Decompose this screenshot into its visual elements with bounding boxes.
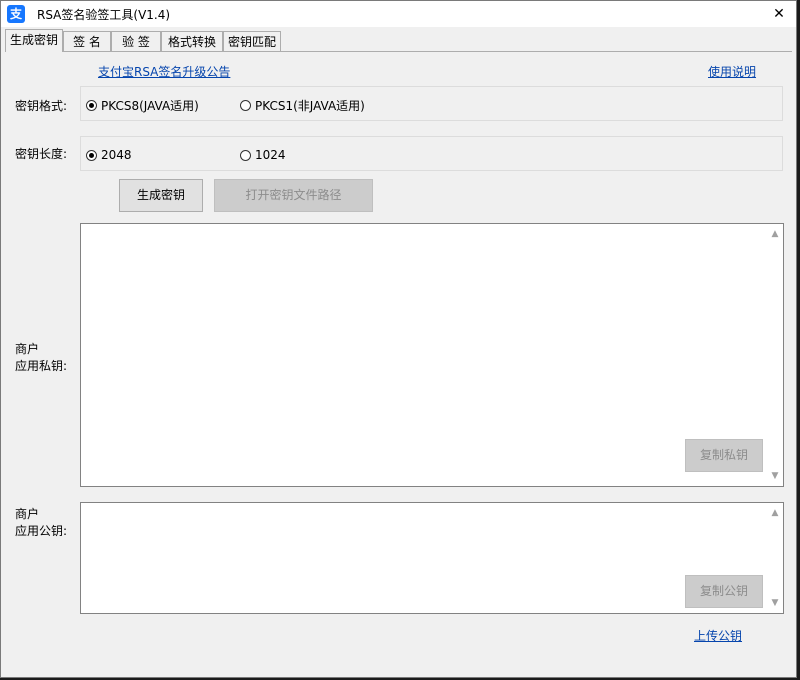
radio-1024-indicator — [240, 149, 251, 161]
key-format-group: PKCS8(JAVA适用) PKCS1(非JAVA适用) — [80, 86, 783, 121]
radio-pkcs8[interactable]: PKCS8(JAVA适用) — [86, 97, 199, 114]
tab-key-match[interactable]: 密钥匹配 — [223, 31, 281, 51]
alipay-app-icon: 支 — [7, 5, 25, 23]
announcement-link[interactable]: 支付宝RSA签名升级公告 — [98, 63, 230, 80]
radio-2048[interactable]: 2048 — [86, 148, 132, 162]
copy-private-key-button[interactable]: 复制私钥 — [685, 439, 763, 472]
radio-1024[interactable]: 1024 — [240, 148, 286, 162]
radio-pkcs8-indicator — [86, 100, 97, 111]
close-button[interactable]: ✕ — [762, 1, 796, 27]
upload-public-key-link[interactable]: 上传公钥 — [694, 627, 742, 644]
private-key-label-line2: 应用私钥: — [15, 359, 68, 373]
public-key-label: 商户 应用公钥: — [15, 506, 67, 540]
radio-pkcs1-indicator — [240, 100, 251, 111]
tab-generate-key[interactable]: 生成密钥 — [5, 29, 63, 52]
radio-pkcs1-label: PKCS1(非JAVA适用) — [255, 99, 365, 113]
radio-pkcs8-label: PKCS8(JAVA适用) — [101, 99, 199, 113]
radio-2048-indicator — [86, 149, 97, 161]
copy-public-key-button[interactable]: 复制公钥 — [685, 575, 763, 608]
radio-1024-label: 1024 — [255, 148, 286, 162]
scroll-up-icon[interactable]: ▲ — [767, 505, 783, 521]
generate-key-button[interactable]: 生成密钥 — [119, 179, 203, 212]
open-key-path-button[interactable]: 打开密钥文件路径 — [214, 179, 373, 212]
title-bar: 支 RSA签名验签工具(V1.4) ✕ — [1, 1, 796, 27]
help-link[interactable]: 使用说明 — [708, 63, 756, 80]
private-key-scrollbar[interactable]: ▲ ▼ — [767, 224, 783, 486]
main-window: 支 RSA签名验签工具(V1.4) ✕ 生成密钥 签 名 验 签 格式转换 密钥… — [0, 0, 797, 678]
radio-pkcs1[interactable]: PKCS1(非JAVA适用) — [240, 97, 365, 114]
private-key-label-line1: 商户 — [15, 342, 40, 356]
public-key-textarea[interactable]: ▲ ▼ 复制公钥 — [80, 502, 784, 614]
public-key-label-line2: 应用公钥: — [15, 524, 68, 538]
public-key-label-line1: 商户 — [15, 507, 40, 521]
window-title: RSA签名验签工具(V1.4) — [37, 8, 171, 22]
private-key-textarea[interactable]: ▲ ▼ 复制私钥 — [80, 223, 784, 487]
scroll-up-icon[interactable]: ▲ — [767, 226, 783, 242]
tab-verify[interactable]: 验 签 — [111, 31, 161, 51]
key-length-group: 2048 1024 — [80, 136, 783, 171]
public-key-scrollbar[interactable]: ▲ ▼ — [767, 503, 783, 613]
scroll-down-icon[interactable]: ▼ — [767, 468, 783, 484]
key-length-label: 密钥长度: — [15, 147, 68, 161]
tab-format-convert[interactable]: 格式转换 — [161, 31, 223, 51]
tab-sign[interactable]: 签 名 — [63, 31, 111, 51]
radio-2048-label: 2048 — [101, 148, 132, 162]
key-format-label: 密钥格式: — [15, 99, 68, 113]
generate-key-panel: 支付宝RSA签名升级公告 使用说明 密钥格式: PKCS8(JAVA适用) PK… — [5, 51, 792, 676]
private-key-label: 商户 应用私钥: — [15, 341, 67, 375]
scroll-down-icon[interactable]: ▼ — [767, 595, 783, 611]
